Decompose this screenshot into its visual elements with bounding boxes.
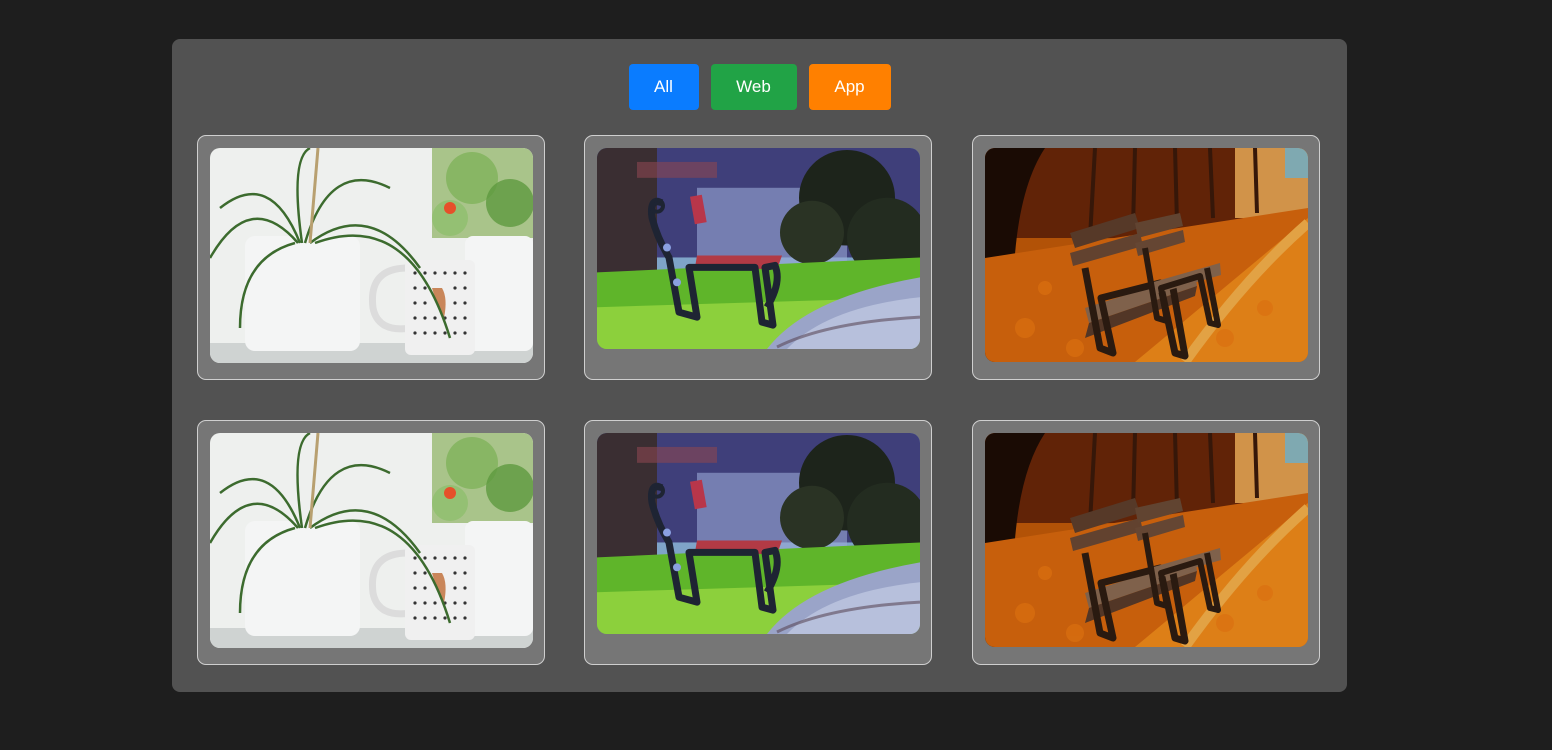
park-bench-image <box>597 433 920 634</box>
gallery-card[interactable] <box>197 420 545 665</box>
filter-bar: All Web App <box>172 64 1347 110</box>
gallery-card[interactable] <box>972 135 1320 380</box>
gallery-card[interactable] <box>972 420 1320 665</box>
autumn-benches-image <box>985 433 1308 647</box>
gallery-card[interactable] <box>197 135 545 380</box>
plants-and-mug-image <box>210 433 533 648</box>
autumn-benches-image <box>985 148 1308 362</box>
filter-all-button[interactable]: All <box>628 64 699 110</box>
gallery-card[interactable] <box>584 420 932 665</box>
gallery-panel: All Web App <box>172 39 1347 692</box>
plants-and-mug-image <box>210 148 533 363</box>
gallery-card[interactable] <box>584 135 932 380</box>
filter-app-button[interactable]: App <box>808 64 891 110</box>
park-bench-image <box>597 148 920 349</box>
filter-web-button[interactable]: Web <box>710 64 797 110</box>
